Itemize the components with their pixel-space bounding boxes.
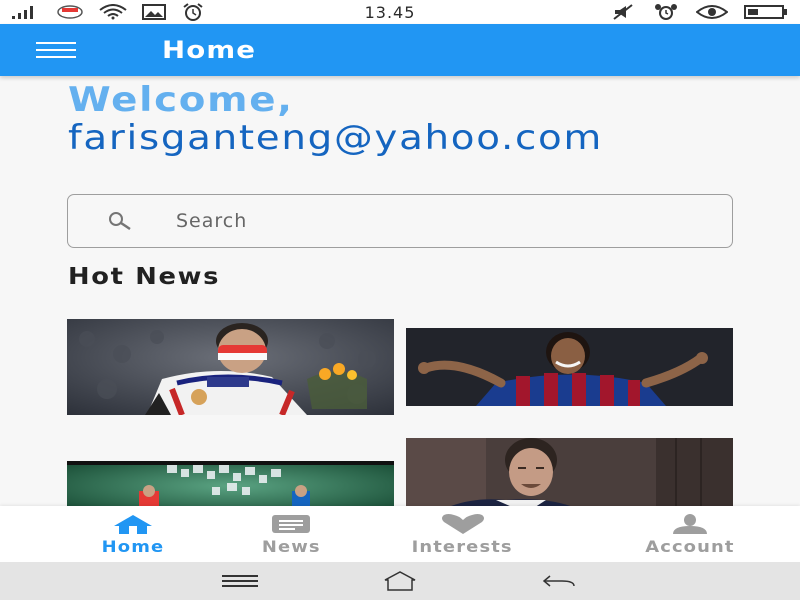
bottom-navigation: Home News Interests Account xyxy=(0,506,800,562)
user-email: farisganteng@yahoo.com xyxy=(68,118,603,158)
mute-icon xyxy=(612,3,636,21)
battery-icon xyxy=(744,3,788,21)
welcome-block: Welcome, farisganteng@yahoo.com xyxy=(68,80,768,155)
news-card-chess-player[interactable] xyxy=(406,438,733,506)
nav-account-label: Account xyxy=(645,536,735,556)
back-icon[interactable] xyxy=(540,569,580,593)
home-icon xyxy=(113,513,153,535)
nav-news[interactable]: News xyxy=(261,506,321,562)
eye-icon xyxy=(696,3,728,21)
alarm-icon xyxy=(180,3,206,21)
nav-home-label: Home xyxy=(101,536,164,556)
app-screen: 13.45 Home Welcome, farisganteng@yahoo.c xyxy=(0,0,800,600)
news-icon xyxy=(271,513,311,535)
flag-icon xyxy=(56,3,84,21)
nav-account[interactable]: Account xyxy=(608,506,773,562)
search-icon xyxy=(104,210,136,232)
wifi-icon xyxy=(98,3,128,21)
news-image xyxy=(67,461,394,506)
alarm-clock-icon xyxy=(652,3,680,21)
news-image xyxy=(406,328,733,406)
page-title: Home xyxy=(162,36,257,64)
home-outline-icon[interactable] xyxy=(380,569,420,593)
person-icon xyxy=(670,513,710,535)
app-bar: Home xyxy=(0,24,800,76)
clock: 13.45 xyxy=(364,2,416,22)
search-field[interactable] xyxy=(67,194,733,248)
search-input[interactable] xyxy=(176,210,676,232)
system-navigation-bar xyxy=(0,562,800,600)
gallery-icon xyxy=(142,3,166,21)
news-card-athlete-with-medal[interactable] xyxy=(67,319,394,415)
nav-interests[interactable]: Interests xyxy=(318,506,608,562)
nav-news-label: News xyxy=(261,536,321,556)
hamburger-menu-icon[interactable] xyxy=(36,30,86,70)
signal-icon xyxy=(12,3,42,21)
news-image xyxy=(67,319,394,415)
news-card-footballer-barcelona[interactable] xyxy=(406,328,733,406)
news-image xyxy=(406,438,733,506)
nav-home[interactable]: Home xyxy=(0,506,265,562)
welcome-label: Welcome, xyxy=(68,80,294,120)
main-content[interactable]: Welcome, farisganteng@yahoo.com Hot News xyxy=(0,76,800,506)
recents-icon[interactable] xyxy=(220,569,260,593)
hot-news-title: Hot News xyxy=(68,264,221,290)
heart-icon xyxy=(440,513,486,535)
status-bar: 13.45 xyxy=(0,0,800,24)
nav-interests-label: Interests xyxy=(411,536,514,556)
news-card-tokyo-2020-badminton[interactable] xyxy=(67,461,394,506)
